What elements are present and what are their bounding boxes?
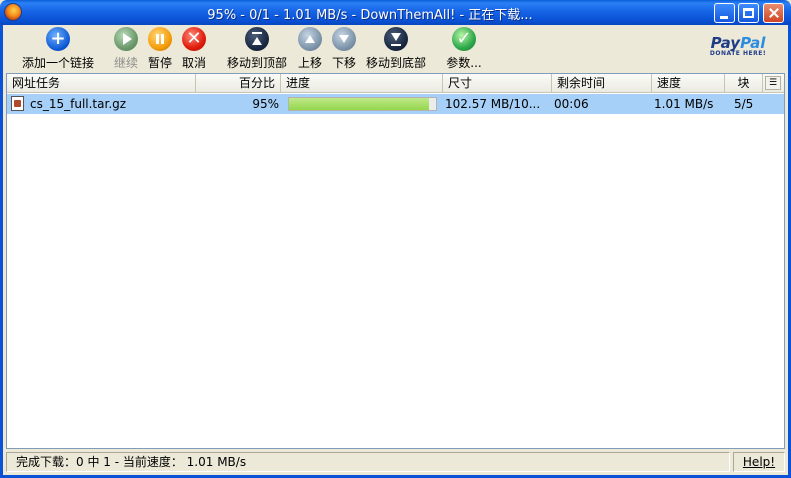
arrow-down-icon bbox=[332, 27, 356, 51]
resume-button[interactable]: 继续 bbox=[112, 27, 140, 73]
move-top-button[interactable]: 移动到顶部 bbox=[224, 27, 290, 73]
download-progress-fill bbox=[289, 98, 429, 110]
column-header-percent[interactable]: 百分比 bbox=[196, 74, 281, 93]
move-bottom-button[interactable]: 移动到底部 bbox=[363, 27, 429, 73]
column-header-remaining[interactable]: 剩余时间 bbox=[552, 74, 652, 93]
column-header-url[interactable]: 网址任务 bbox=[7, 74, 196, 93]
column-header-chunks[interactable]: 块 bbox=[725, 74, 763, 93]
cancel-x-icon: ✕ bbox=[182, 27, 206, 51]
move-up-button[interactable]: 上移 bbox=[296, 27, 324, 73]
pause-icon bbox=[148, 27, 172, 51]
paypal-donate-button[interactable]: PayPal DONATE HERE! bbox=[700, 34, 776, 64]
minimize-button[interactable] bbox=[714, 3, 735, 23]
close-button[interactable] bbox=[763, 3, 784, 23]
move-down-button[interactable]: 下移 bbox=[330, 27, 358, 73]
column-header-size[interactable]: 尺寸 bbox=[443, 74, 552, 93]
download-list[interactable]: 网址任务 百分比 进度 尺寸 剩余时间 速度 块 ☰ cs_15_full.ta… bbox=[6, 73, 785, 449]
download-progress-bar bbox=[288, 97, 437, 111]
list-header: 网址任务 百分比 进度 尺寸 剩余时间 速度 块 ☰ bbox=[7, 74, 784, 93]
play-icon bbox=[114, 27, 138, 51]
pause-button[interactable]: 暂停 bbox=[146, 27, 174, 73]
download-remaining: 00:06 bbox=[554, 97, 589, 111]
archive-file-icon bbox=[11, 96, 24, 111]
download-speed: 1.01 MB/s bbox=[654, 97, 714, 111]
move-bottom-icon bbox=[384, 27, 408, 51]
add-link-button[interactable]: + 添加一个链接 bbox=[18, 27, 98, 73]
download-row[interactable]: cs_15_full.tar.gz 95% 102.57 MB/10... 00… bbox=[7, 94, 784, 114]
download-chunks: 5/5 bbox=[734, 97, 754, 111]
cancel-button[interactable]: ✕ 取消 bbox=[180, 27, 208, 73]
maximize-button[interactable] bbox=[738, 3, 759, 23]
arrow-up-icon bbox=[298, 27, 322, 51]
column-header-speed[interactable]: 速度 bbox=[652, 74, 725, 93]
move-top-icon bbox=[245, 27, 269, 51]
maximize-icon bbox=[743, 8, 754, 18]
status-summary: 完成下载：0 中 1 - 当前速度： 1.01 MB/s bbox=[6, 452, 730, 472]
download-percent: 95% bbox=[252, 97, 279, 111]
title-bar[interactable]: 95% - 0/1 - 1.01 MB/s - DownThemAll! - 正… bbox=[0, 0, 791, 25]
donate-tagline: DONATE HERE! bbox=[709, 50, 767, 57]
status-bar: 完成下载：0 中 1 - 当前速度： 1.01 MB/s Help! bbox=[6, 450, 785, 473]
column-header-progress[interactable]: 进度 bbox=[281, 74, 443, 93]
column-picker-icon[interactable]: ☰ bbox=[765, 76, 781, 90]
preferences-button[interactable]: ✓ 参数... bbox=[443, 27, 485, 73]
plus-icon: + bbox=[46, 27, 70, 51]
help-link[interactable]: Help! bbox=[733, 452, 785, 472]
download-name: cs_15_full.tar.gz bbox=[30, 97, 127, 111]
download-size: 102.57 MB/10... bbox=[445, 97, 541, 111]
minimize-icon bbox=[720, 16, 728, 19]
window-title: 95% - 0/1 - 1.01 MB/s - DownThemAll! - 正… bbox=[207, 8, 533, 23]
checkmark-icon: ✓ bbox=[452, 27, 476, 51]
